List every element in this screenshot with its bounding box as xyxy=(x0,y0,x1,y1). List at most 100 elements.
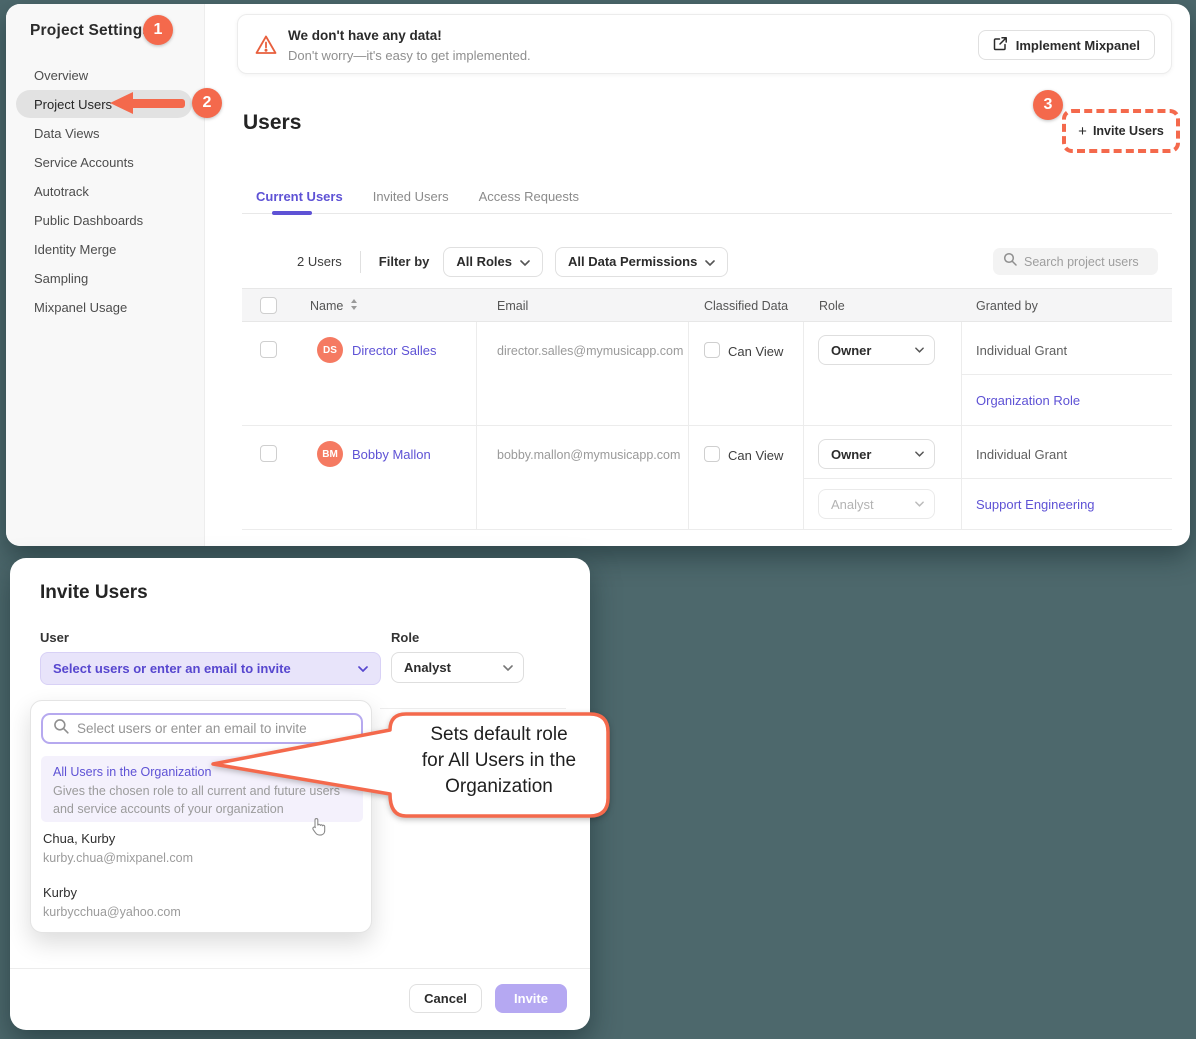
callout-text: Sets default role for All Users in the O… xyxy=(392,722,606,800)
user-count: 2 Users xyxy=(297,254,342,269)
invite-users-button[interactable]: + Invite Users xyxy=(1078,123,1164,140)
table-row-director-salles: DS Director Salles director.salles@mymus… xyxy=(242,322,1172,426)
filter-row: 2 Users Filter by All Roles All Data Per… xyxy=(297,246,728,277)
chevron-down-icon xyxy=(358,666,368,672)
support-engineering-link[interactable]: Support Engineering xyxy=(976,497,1095,512)
tab-current-users[interactable]: Current Users xyxy=(256,189,343,204)
select-all-checkbox[interactable] xyxy=(260,297,277,314)
sidebar: Project Settings Overview Project Users … xyxy=(6,4,205,546)
option-kurby[interactable]: Kurby kurbycchua@yahoo.com xyxy=(43,885,181,919)
all-data-permissions-filter[interactable]: All Data Permissions xyxy=(555,247,728,277)
role-value: Owner xyxy=(831,447,871,462)
can-view-label: Can View xyxy=(728,344,783,359)
granted-divider xyxy=(803,478,1172,479)
footer-divider xyxy=(10,968,590,969)
row-checkbox[interactable] xyxy=(260,341,277,358)
implement-mixpanel-button[interactable]: Implement Mixpanel xyxy=(978,30,1155,60)
step-3-dashed-highlight: + Invite Users xyxy=(1062,109,1180,153)
sidebar-item-project-users[interactable]: Project Users xyxy=(34,97,112,117)
active-tab-underline xyxy=(272,211,312,215)
table-header: Name Email Classified Data Role Granted … xyxy=(242,288,1172,322)
users-page-title: Users xyxy=(243,111,301,135)
col-role: Role xyxy=(819,299,845,313)
step-1-badge: 1 xyxy=(143,15,173,45)
role-select[interactable]: Analyst xyxy=(391,652,524,683)
banner-subtitle: Don't worry—it's easy to get implemented… xyxy=(288,48,531,63)
chevron-down-icon xyxy=(503,665,513,671)
search-icon xyxy=(53,718,69,739)
role-dropdown[interactable]: Owner xyxy=(818,335,935,365)
avatar: BM xyxy=(317,441,343,467)
option-chua-kurby[interactable]: Chua, Kurby kurby.chua@mixpanel.com xyxy=(43,831,193,865)
step-3-badge: 3 xyxy=(1033,90,1063,120)
users-tabs: Current Users Invited Users Access Reque… xyxy=(242,180,1172,214)
role-field-label: Role xyxy=(391,630,419,645)
chevron-down-icon xyxy=(915,347,924,353)
plus-icon: + xyxy=(1078,123,1087,140)
can-view-checkbox[interactable] xyxy=(704,446,720,462)
col-email: Email xyxy=(497,299,528,313)
user-name-link[interactable]: Director Salles xyxy=(352,343,437,358)
sidebar-item-service-accounts[interactable]: Service Accounts xyxy=(34,155,134,175)
granted-by-individual: Individual Grant xyxy=(976,447,1067,462)
tab-access-requests[interactable]: Access Requests xyxy=(479,189,579,204)
tab-invited-users[interactable]: Invited Users xyxy=(373,189,449,204)
option-name: Chua, Kurby xyxy=(43,831,193,846)
all-roles-filter[interactable]: All Roles xyxy=(443,247,543,277)
sidebar-item-identity-merge[interactable]: Identity Merge xyxy=(34,242,116,262)
role-dropdown-disabled: Analyst xyxy=(818,489,935,519)
col-granted-by: Granted by xyxy=(976,299,1038,313)
chevron-down-icon xyxy=(915,501,924,507)
all-data-permissions-label: All Data Permissions xyxy=(568,254,697,269)
filter-by-label: Filter by xyxy=(379,254,430,269)
sidebar-item-overview[interactable]: Overview xyxy=(34,68,88,88)
granted-by-individual: Individual Grant xyxy=(976,343,1067,358)
col-classified: Classified Data xyxy=(704,299,788,313)
sidebar-item-mixpanel-usage[interactable]: Mixpanel Usage xyxy=(34,300,127,320)
option-name: Kurby xyxy=(43,885,181,900)
project-settings-screenshot: Project Settings Overview Project Users … xyxy=(6,4,1190,546)
table-row-bobby-mallon: BM Bobby Mallon bobby.mallon@mymusicapp.… xyxy=(242,426,1172,530)
user-email: director.salles@mymusicapp.com xyxy=(497,344,683,358)
invite-button[interactable]: Invite xyxy=(495,984,567,1013)
invite-users-label: Invite Users xyxy=(1093,124,1164,138)
users-table: Name Email Classified Data Role Granted … xyxy=(242,288,1172,530)
user-select[interactable]: Select users or enter an email to invite xyxy=(40,652,381,685)
granted-divider xyxy=(961,374,1172,375)
search-project-users-input[interactable] xyxy=(1024,255,1144,269)
implement-mixpanel-label: Implement Mixpanel xyxy=(1016,38,1140,53)
organization-role-link[interactable]: Organization Role xyxy=(976,393,1080,408)
role-select-value: Analyst xyxy=(404,660,451,675)
warning-icon xyxy=(254,33,278,62)
row-checkbox[interactable] xyxy=(260,445,277,462)
all-roles-label: All Roles xyxy=(456,254,512,269)
chevron-down-icon xyxy=(915,451,924,457)
role-dropdown[interactable]: Owner xyxy=(818,439,935,469)
role-value: Analyst xyxy=(831,497,874,512)
can-view-checkbox[interactable] xyxy=(704,342,720,358)
step-2-arrow-icon xyxy=(110,92,185,114)
col-name[interactable]: Name xyxy=(310,299,358,313)
user-select-value: Select users or enter an email to invite xyxy=(53,661,291,676)
user-name-link[interactable]: Bobby Mallon xyxy=(352,447,431,462)
invite-label: Invite xyxy=(514,991,548,1006)
role-value: Owner xyxy=(831,343,871,358)
chevron-down-icon xyxy=(705,254,715,269)
cancel-label: Cancel xyxy=(424,991,467,1006)
sidebar-item-sampling[interactable]: Sampling xyxy=(34,271,88,291)
sidebar-item-autotrack[interactable]: Autotrack xyxy=(34,184,89,204)
search-project-users[interactable] xyxy=(993,248,1158,275)
sidebar-item-public-dashboards[interactable]: Public Dashboards xyxy=(34,213,143,233)
user-field-label: User xyxy=(40,630,69,645)
sidebar-title: Project Settings xyxy=(30,22,151,40)
search-icon xyxy=(1003,252,1017,271)
step-2-badge: 2 xyxy=(192,88,222,118)
divider xyxy=(360,251,361,273)
modal-title: Invite Users xyxy=(40,582,148,604)
sidebar-item-data-views[interactable]: Data Views xyxy=(34,126,100,146)
external-link-icon xyxy=(993,36,1008,54)
avatar: DS xyxy=(317,337,343,363)
option-email: kurbycchua@yahoo.com xyxy=(43,905,181,919)
can-view-label: Can View xyxy=(728,448,783,463)
cancel-button[interactable]: Cancel xyxy=(409,984,482,1013)
